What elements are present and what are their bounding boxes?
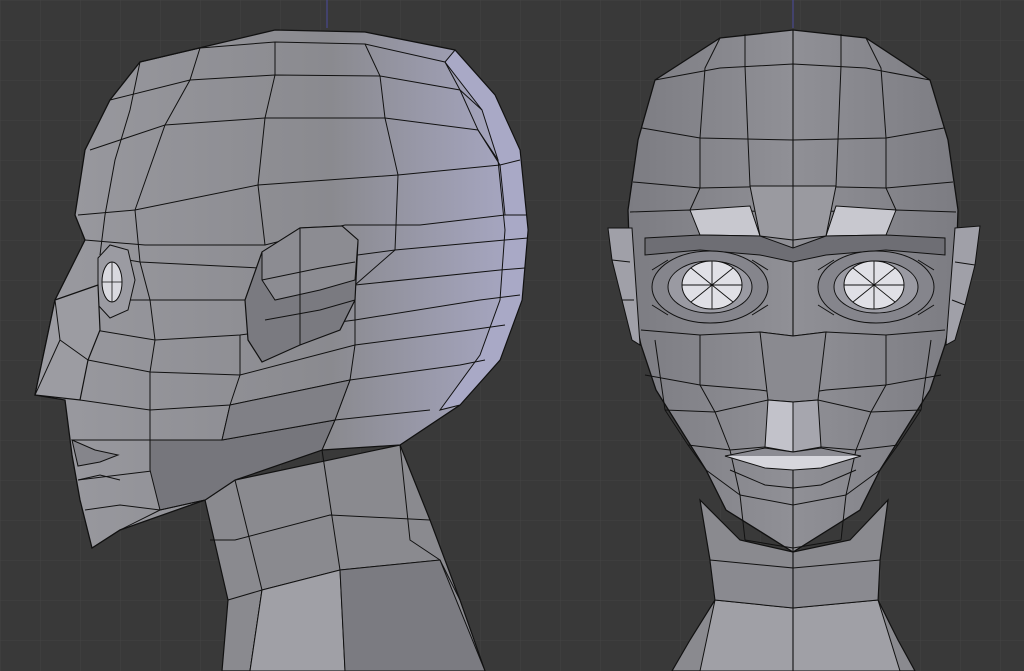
right-eye — [817, 250, 935, 324]
left-eye — [651, 250, 769, 324]
viewport-canvas[interactable] — [0, 0, 1024, 671]
3d-viewport[interactable] — [0, 0, 1024, 671]
